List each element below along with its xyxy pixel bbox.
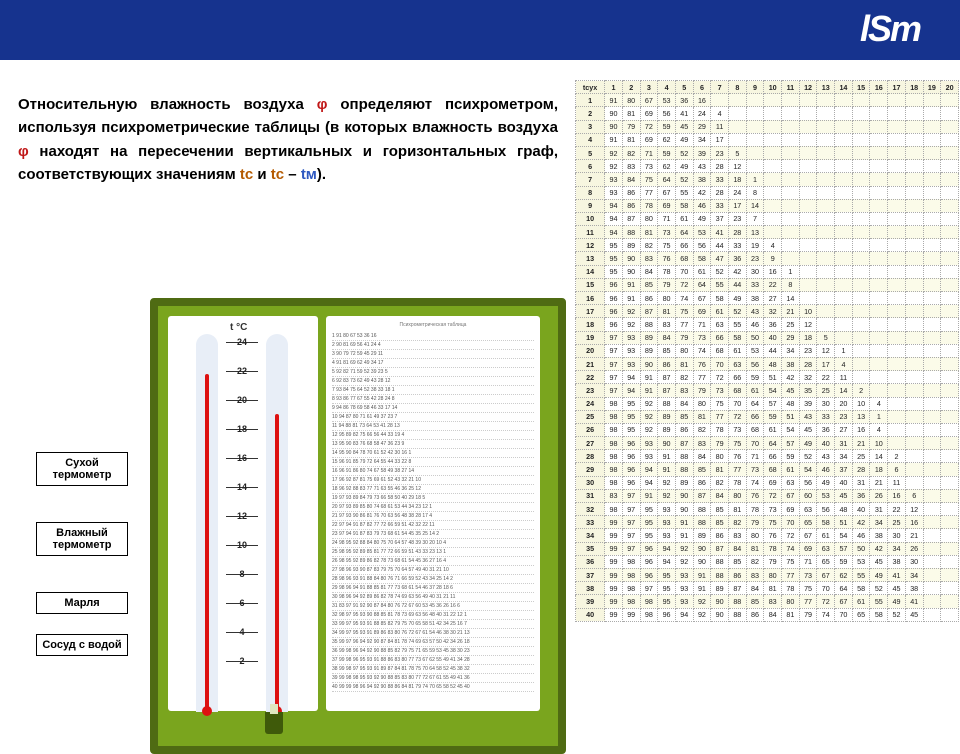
description-paragraph: Относительную влажность воздуха φ опреде…: [18, 93, 558, 186]
wet-thermometer: [266, 334, 288, 712]
brand-logo: lSm: [860, 8, 920, 50]
dry-thermometer: [196, 334, 218, 712]
psychrometer-diagram: LSm 24222018161412108642 Психрометрическ…: [150, 298, 566, 754]
psychrometric-table: tсух123456789101112131415161718192019180…: [575, 80, 959, 720]
mini-psychrometric-table: Психрометрическая таблица 1 91 80 67 53 …: [326, 316, 540, 711]
water-cup: [265, 712, 283, 734]
tc-symbol: tс: [240, 166, 253, 183]
label-dry: Сухой термометр: [36, 452, 128, 486]
thermometer-scale: 24222018161412108642: [168, 316, 318, 711]
label-wet: Влажный термометр: [36, 522, 128, 556]
label-cup: Сосуд с водой: [36, 634, 128, 656]
header-bar: lSm: [0, 0, 960, 60]
label-stack: Сухой термометр Влажный термометр Марля …: [36, 452, 128, 692]
phi-symbol: φ: [317, 96, 328, 113]
scale-ticks: 24222018161412108642: [220, 342, 264, 690]
tm-symbol: tм: [301, 166, 317, 183]
label-gauze: Марля: [36, 592, 128, 614]
